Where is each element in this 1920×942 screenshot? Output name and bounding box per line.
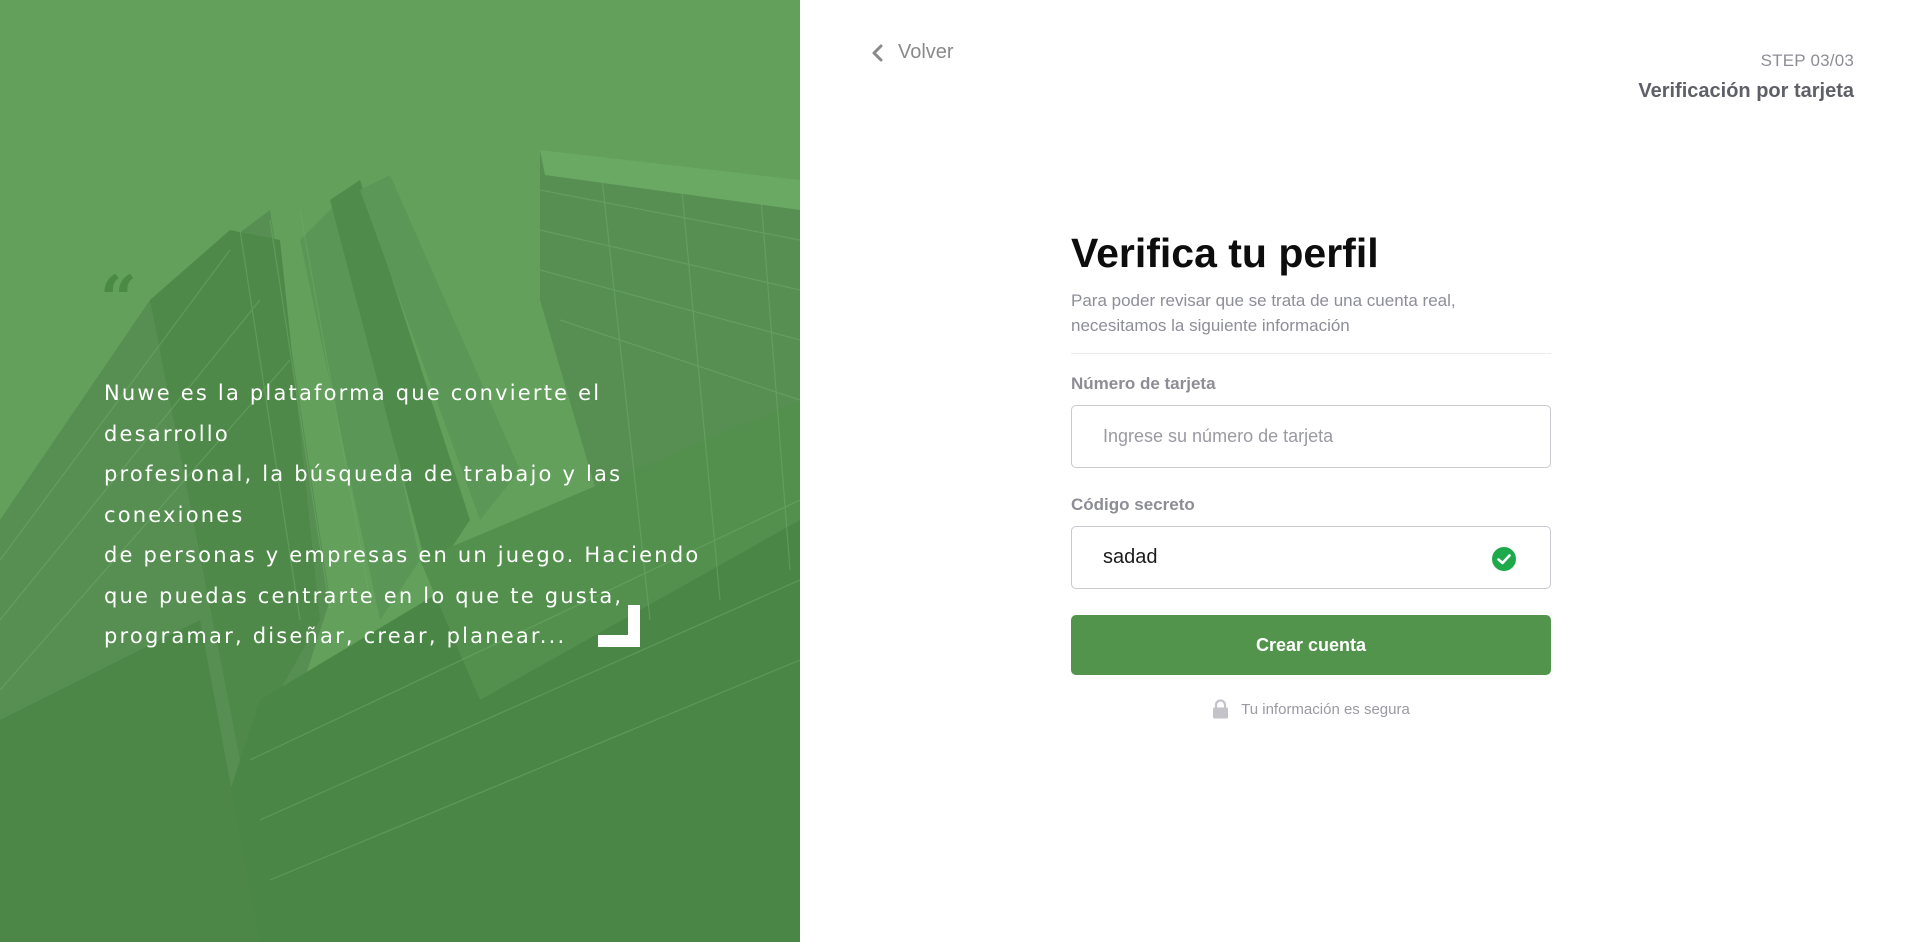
testimonial-line: profesional, la búsqueda de trabajo y la… (104, 462, 623, 527)
card-number-label: Número de tarjeta (1071, 374, 1216, 393)
testimonial-line: Nuwe es la plataforma que convierte el d… (104, 381, 602, 446)
lock-icon (1213, 699, 1229, 719)
back-button[interactable]: Volver (870, 41, 954, 64)
subtitle-line: Para poder revisar que se trata de una c… (1071, 291, 1456, 310)
form-panel: Volver STEP 03/03 Verificación por tarje… (800, 0, 1920, 942)
testimonial-panel: “ Nuwe es la plataforma que convierte el… (0, 0, 800, 942)
corner-bracket-icon (598, 605, 640, 647)
testimonial-line: de personas y empresas en un juego. Haci… (104, 543, 701, 567)
secure-text: Tu información es segura (1241, 700, 1410, 718)
check-circle-icon (1492, 547, 1516, 571)
subtitle-line: necesitamos la siguiente información (1071, 316, 1350, 335)
verification-form: Verifica tu perfil Para poder revisar qu… (1071, 228, 1551, 719)
secret-code-label: Código secreto (1071, 495, 1195, 514)
card-number-field-wrapper (1071, 405, 1551, 468)
form-subtitle: Para poder revisar que se trata de una c… (1071, 288, 1551, 354)
signup-page: “ Nuwe es la plataforma que convierte el… (0, 0, 1920, 942)
step-title: Verificación por tarjeta (1638, 80, 1854, 102)
create-account-button[interactable]: Crear cuenta (1071, 615, 1551, 675)
step-number: STEP 03/03 (1760, 51, 1854, 70)
testimonial-line: que puedas centrarte en lo que te gusta, (104, 583, 624, 608)
chevron-left-icon (872, 44, 883, 61)
back-label: Volver (898, 41, 954, 63)
secret-code-field-wrapper (1071, 526, 1551, 589)
quote-icon: “ (100, 262, 137, 337)
testimonial-line: programar, diseñar, crear, planear... (104, 624, 567, 648)
secure-info: Tu información es segura (1071, 699, 1551, 719)
card-number-input[interactable] (1072, 406, 1550, 467)
secret-code-input[interactable] (1072, 527, 1550, 588)
page-title: Verifica tu perfil (1071, 230, 1379, 276)
step-indicator: STEP 03/03 Verificación por tarjeta (1638, 51, 1854, 103)
